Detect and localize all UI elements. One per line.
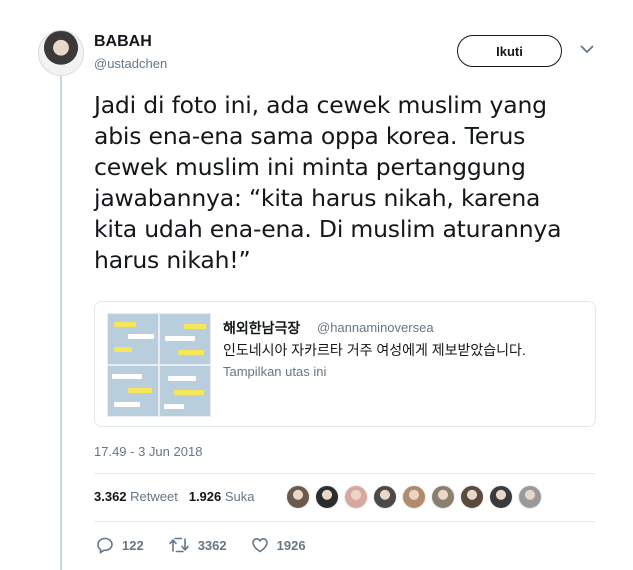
thread-line [60,76,62,570]
liker-avatar[interactable] [315,485,339,509]
retweet-icon [168,537,189,553]
timestamp[interactable]: 17.49 - 3 Jun 2018 [94,444,202,459]
tweet-text: Jadi di foto ini, ada cewek muslim yang … [94,90,614,276]
like-label[interactable]: Suka [225,489,255,504]
avatar[interactable] [38,30,84,76]
tweet-line: Jadi di foto ini, ada cewek muslim yang [94,91,547,119]
quote-author-handle[interactable]: @hannaminoversea [317,320,434,335]
liker-avatars [286,485,547,509]
engagement-stats: 3.362 Retweet 1.926 Suka [94,489,255,504]
divider [94,521,596,522]
liker-avatar[interactable] [431,485,455,509]
retweet-action-count: 3362 [197,537,227,553]
follow-button[interactable]: Ikuti [457,35,562,67]
tweet-line: jawabannya: “kita harus nikah, karena [94,184,541,212]
tweet-line: abis ena-ena sama oppa korea. Terus [94,122,526,150]
retweet-button[interactable]: 3362 [168,536,227,554]
tweet-line: cewek muslim ini minta pertanggung [94,153,526,181]
liker-avatar[interactable] [373,485,397,509]
liker-avatar[interactable] [518,485,542,509]
liker-avatar[interactable] [402,485,426,509]
liker-avatar[interactable] [344,485,368,509]
divider [94,473,596,474]
reply-button[interactable]: 122 [96,536,144,554]
retweet-label[interactable]: Retweet [130,489,178,504]
quote-author-name[interactable]: 해외한남극장 [223,318,300,338]
quote-text: 인도네시아 자카르타 거주 여성에게 제보받았습니다. [223,342,526,358]
tweet-line: harus nikah!” [94,246,251,274]
heart-icon [251,537,268,553]
like-count[interactable]: 1.926 [189,489,222,504]
display-name[interactable]: BABAH [94,33,152,51]
quoted-tweet[interactable]: 해외한남극장 @hannaminoversea 인도네시아 자카르타 거주 여성… [94,301,596,427]
liker-avatar[interactable] [460,485,484,509]
liker-avatar[interactable] [489,485,513,509]
chevron-down-icon[interactable] [578,42,596,56]
like-button[interactable]: 1926 [251,536,306,554]
like-action-count: 1926 [276,537,306,553]
quote-thumbnail [107,313,211,417]
reply-icon [97,537,113,554]
reply-count: 122 [122,537,144,553]
retweet-count[interactable]: 3.362 [94,489,127,504]
tweet-line: kita udah ena-ena. Di muslim aturannya [94,215,562,243]
show-thread-link[interactable]: Tampilkan utas ini [223,364,326,379]
liker-avatar[interactable] [286,485,310,509]
user-handle[interactable]: @ustadchen [94,56,167,71]
action-bar: 122 3362 1926 [96,536,330,554]
